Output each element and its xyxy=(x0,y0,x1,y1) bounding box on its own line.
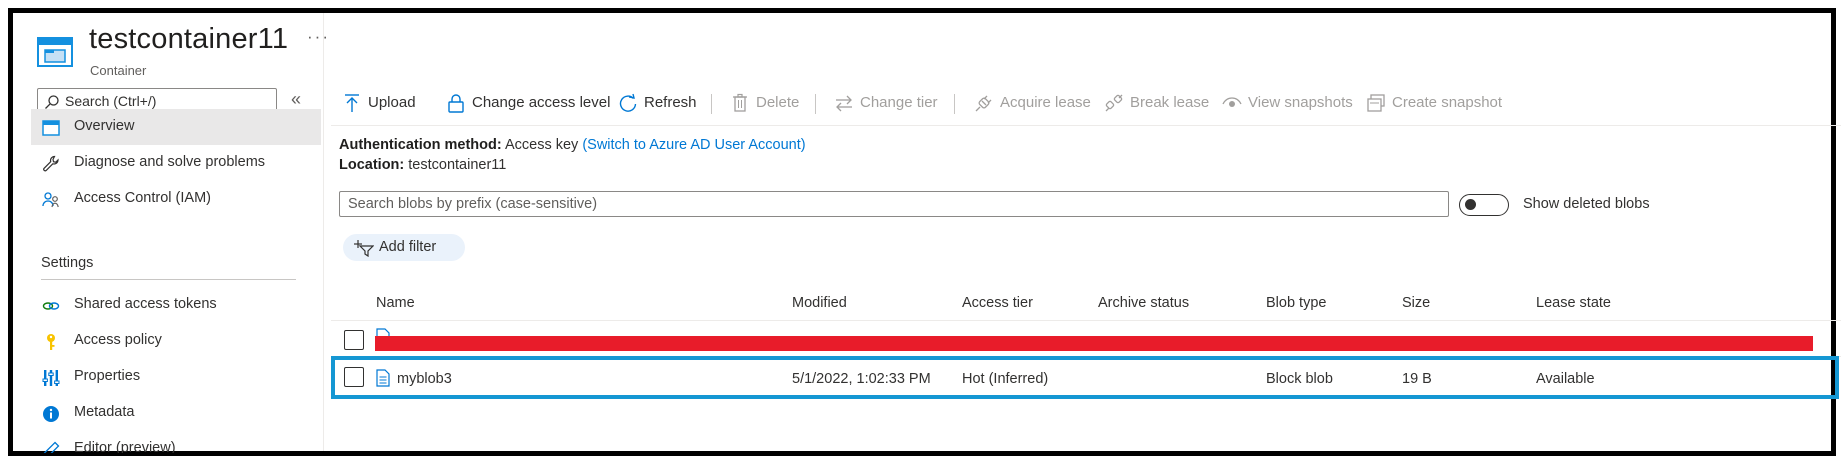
column-header-name[interactable]: Name xyxy=(376,295,415,311)
column-header-lease-state[interactable]: Lease state xyxy=(1536,295,1611,311)
collapse-sidebar-button[interactable]: « xyxy=(291,89,301,110)
authentication-method: Authentication method: Access key (Switc… xyxy=(339,137,806,153)
broken-plug-icon xyxy=(1105,94,1123,112)
file-icon xyxy=(376,369,390,387)
sidebar-item-diagnose[interactable]: Diagnose and solve problems xyxy=(31,145,321,181)
sidebar-item-label: Overview xyxy=(74,118,135,134)
blob-prefix-placeholder: Search blobs by prefix (case-sensitive) xyxy=(348,196,598,212)
column-header-modified[interactable]: Modified xyxy=(792,295,847,311)
add-filter-label: Add filter xyxy=(379,239,437,255)
sidebar-item-label: Diagnose and solve problems xyxy=(74,154,266,170)
highlighted-row-outline xyxy=(331,356,1839,399)
link-icon xyxy=(42,302,60,310)
auth-label: Authentication method: xyxy=(339,137,502,153)
location-value: testcontainer11 xyxy=(408,157,507,173)
sidebar-item-label: Metadata xyxy=(74,404,135,420)
sidebar-item-label: Editor (preview) xyxy=(74,440,176,453)
refresh-icon xyxy=(619,93,637,112)
sidebar-item-iam[interactable]: Access Control (IAM) xyxy=(31,181,321,217)
sidebar-item-editor[interactable]: Editor (preview) xyxy=(31,431,321,453)
blob-size: 19 B xyxy=(1402,371,1432,387)
properties-icon xyxy=(42,370,60,386)
wrench-icon xyxy=(43,155,59,172)
row-divider xyxy=(331,320,1841,321)
upload-label: Upload xyxy=(368,94,416,111)
blob-type: Block blob xyxy=(1266,371,1333,387)
delete-label: Delete xyxy=(756,94,800,111)
blob-prefix-search-input[interactable]: Search blobs by prefix (case-sensitive) xyxy=(339,191,1449,217)
toolbar-separator xyxy=(815,94,816,114)
column-header-archive-status[interactable]: Archive status xyxy=(1098,295,1189,311)
trash-icon xyxy=(733,93,747,112)
section-divider xyxy=(41,279,296,280)
toolbar-divider xyxy=(331,125,1841,126)
column-header-blob-type[interactable]: Blob type xyxy=(1266,295,1326,311)
break-lease-label: Break lease xyxy=(1130,94,1210,111)
row-checkbox[interactable] xyxy=(344,367,364,387)
blob-access-tier: Hot (Inferred) xyxy=(962,371,1049,387)
sidebar-item-label: Access policy xyxy=(74,332,162,348)
snapshot-icon xyxy=(1367,94,1385,112)
sidebar-item-properties[interactable]: Properties xyxy=(31,359,321,395)
add-filter-button[interactable]: Add filter xyxy=(343,234,465,261)
sidebar-item-metadata[interactable]: Metadata xyxy=(31,395,321,431)
create-snapshot-label: Create snapshot xyxy=(1392,94,1503,111)
add-filter-icon xyxy=(354,240,374,257)
sidebar-search-placeholder: Search (Ctrl+/) xyxy=(65,93,157,109)
blob-lease-state: Available xyxy=(1536,371,1595,387)
column-header-size[interactable]: Size xyxy=(1402,295,1430,311)
show-deleted-blobs-toggle[interactable] xyxy=(1459,194,1509,216)
sidebar-item-label: Access Control (IAM) xyxy=(74,190,211,206)
switch-auth-link[interactable]: (Switch to Azure AD User Account) xyxy=(582,137,805,153)
window-frame: testcontainer11 Container ··· Search (Ct… xyxy=(8,8,1841,456)
lock-icon xyxy=(448,94,464,113)
blob-name-link[interactable]: myblob3 xyxy=(397,371,452,387)
upload-icon xyxy=(345,94,359,112)
toolbar-separator xyxy=(711,94,712,114)
acquire-lease-label: Acquire lease xyxy=(1000,94,1091,111)
column-header-access-tier[interactable]: Access tier xyxy=(962,295,1033,311)
row-checkbox[interactable] xyxy=(344,330,364,350)
sidebar-item-label: Shared access tokens xyxy=(74,296,217,312)
toolbar-separator xyxy=(954,94,955,114)
sidebar-item-access-policy[interactable]: Access policy xyxy=(31,323,321,359)
sidebar-item-label: Properties xyxy=(74,368,141,384)
location-label: Location: xyxy=(339,157,405,173)
sidebar-divider xyxy=(323,13,324,451)
refresh-label: Refresh xyxy=(644,94,697,111)
command-bar: Upload Change access level Refresh Delet… xyxy=(338,89,1828,119)
location: Location: testcontainer11 xyxy=(339,157,506,173)
swap-arrows-icon xyxy=(836,95,852,112)
more-options-button[interactable]: ··· xyxy=(307,27,330,47)
show-deleted-blobs-label: Show deleted blobs xyxy=(1523,196,1650,212)
people-icon xyxy=(42,192,59,208)
change-access-level-label: Change access level xyxy=(472,94,611,111)
page-title: testcontainer11 xyxy=(89,23,289,55)
page-subtitle: Container xyxy=(90,63,147,78)
container-overview-icon xyxy=(42,120,60,136)
sidebar-section-settings: Settings xyxy=(41,255,94,271)
view-snapshots-label: View snapshots xyxy=(1248,94,1353,111)
eye-icon xyxy=(1222,97,1242,107)
redacted-blob-row xyxy=(375,336,1813,351)
sidebar-item-overview[interactable]: Overview xyxy=(31,109,321,145)
blob-modified: 5/1/2022, 1:02:33 PM xyxy=(792,371,931,387)
search-icon xyxy=(45,95,59,109)
change-tier-label: Change tier xyxy=(860,94,938,111)
container-icon xyxy=(37,37,73,67)
key-icon xyxy=(47,334,55,350)
pencil-icon xyxy=(43,441,60,453)
sidebar-item-shared-access-tokens[interactable]: Shared access tokens xyxy=(31,287,321,323)
toggle-knob xyxy=(1465,199,1476,210)
auth-value: Access key xyxy=(504,137,579,153)
info-icon xyxy=(43,406,59,422)
plug-icon xyxy=(975,95,992,112)
